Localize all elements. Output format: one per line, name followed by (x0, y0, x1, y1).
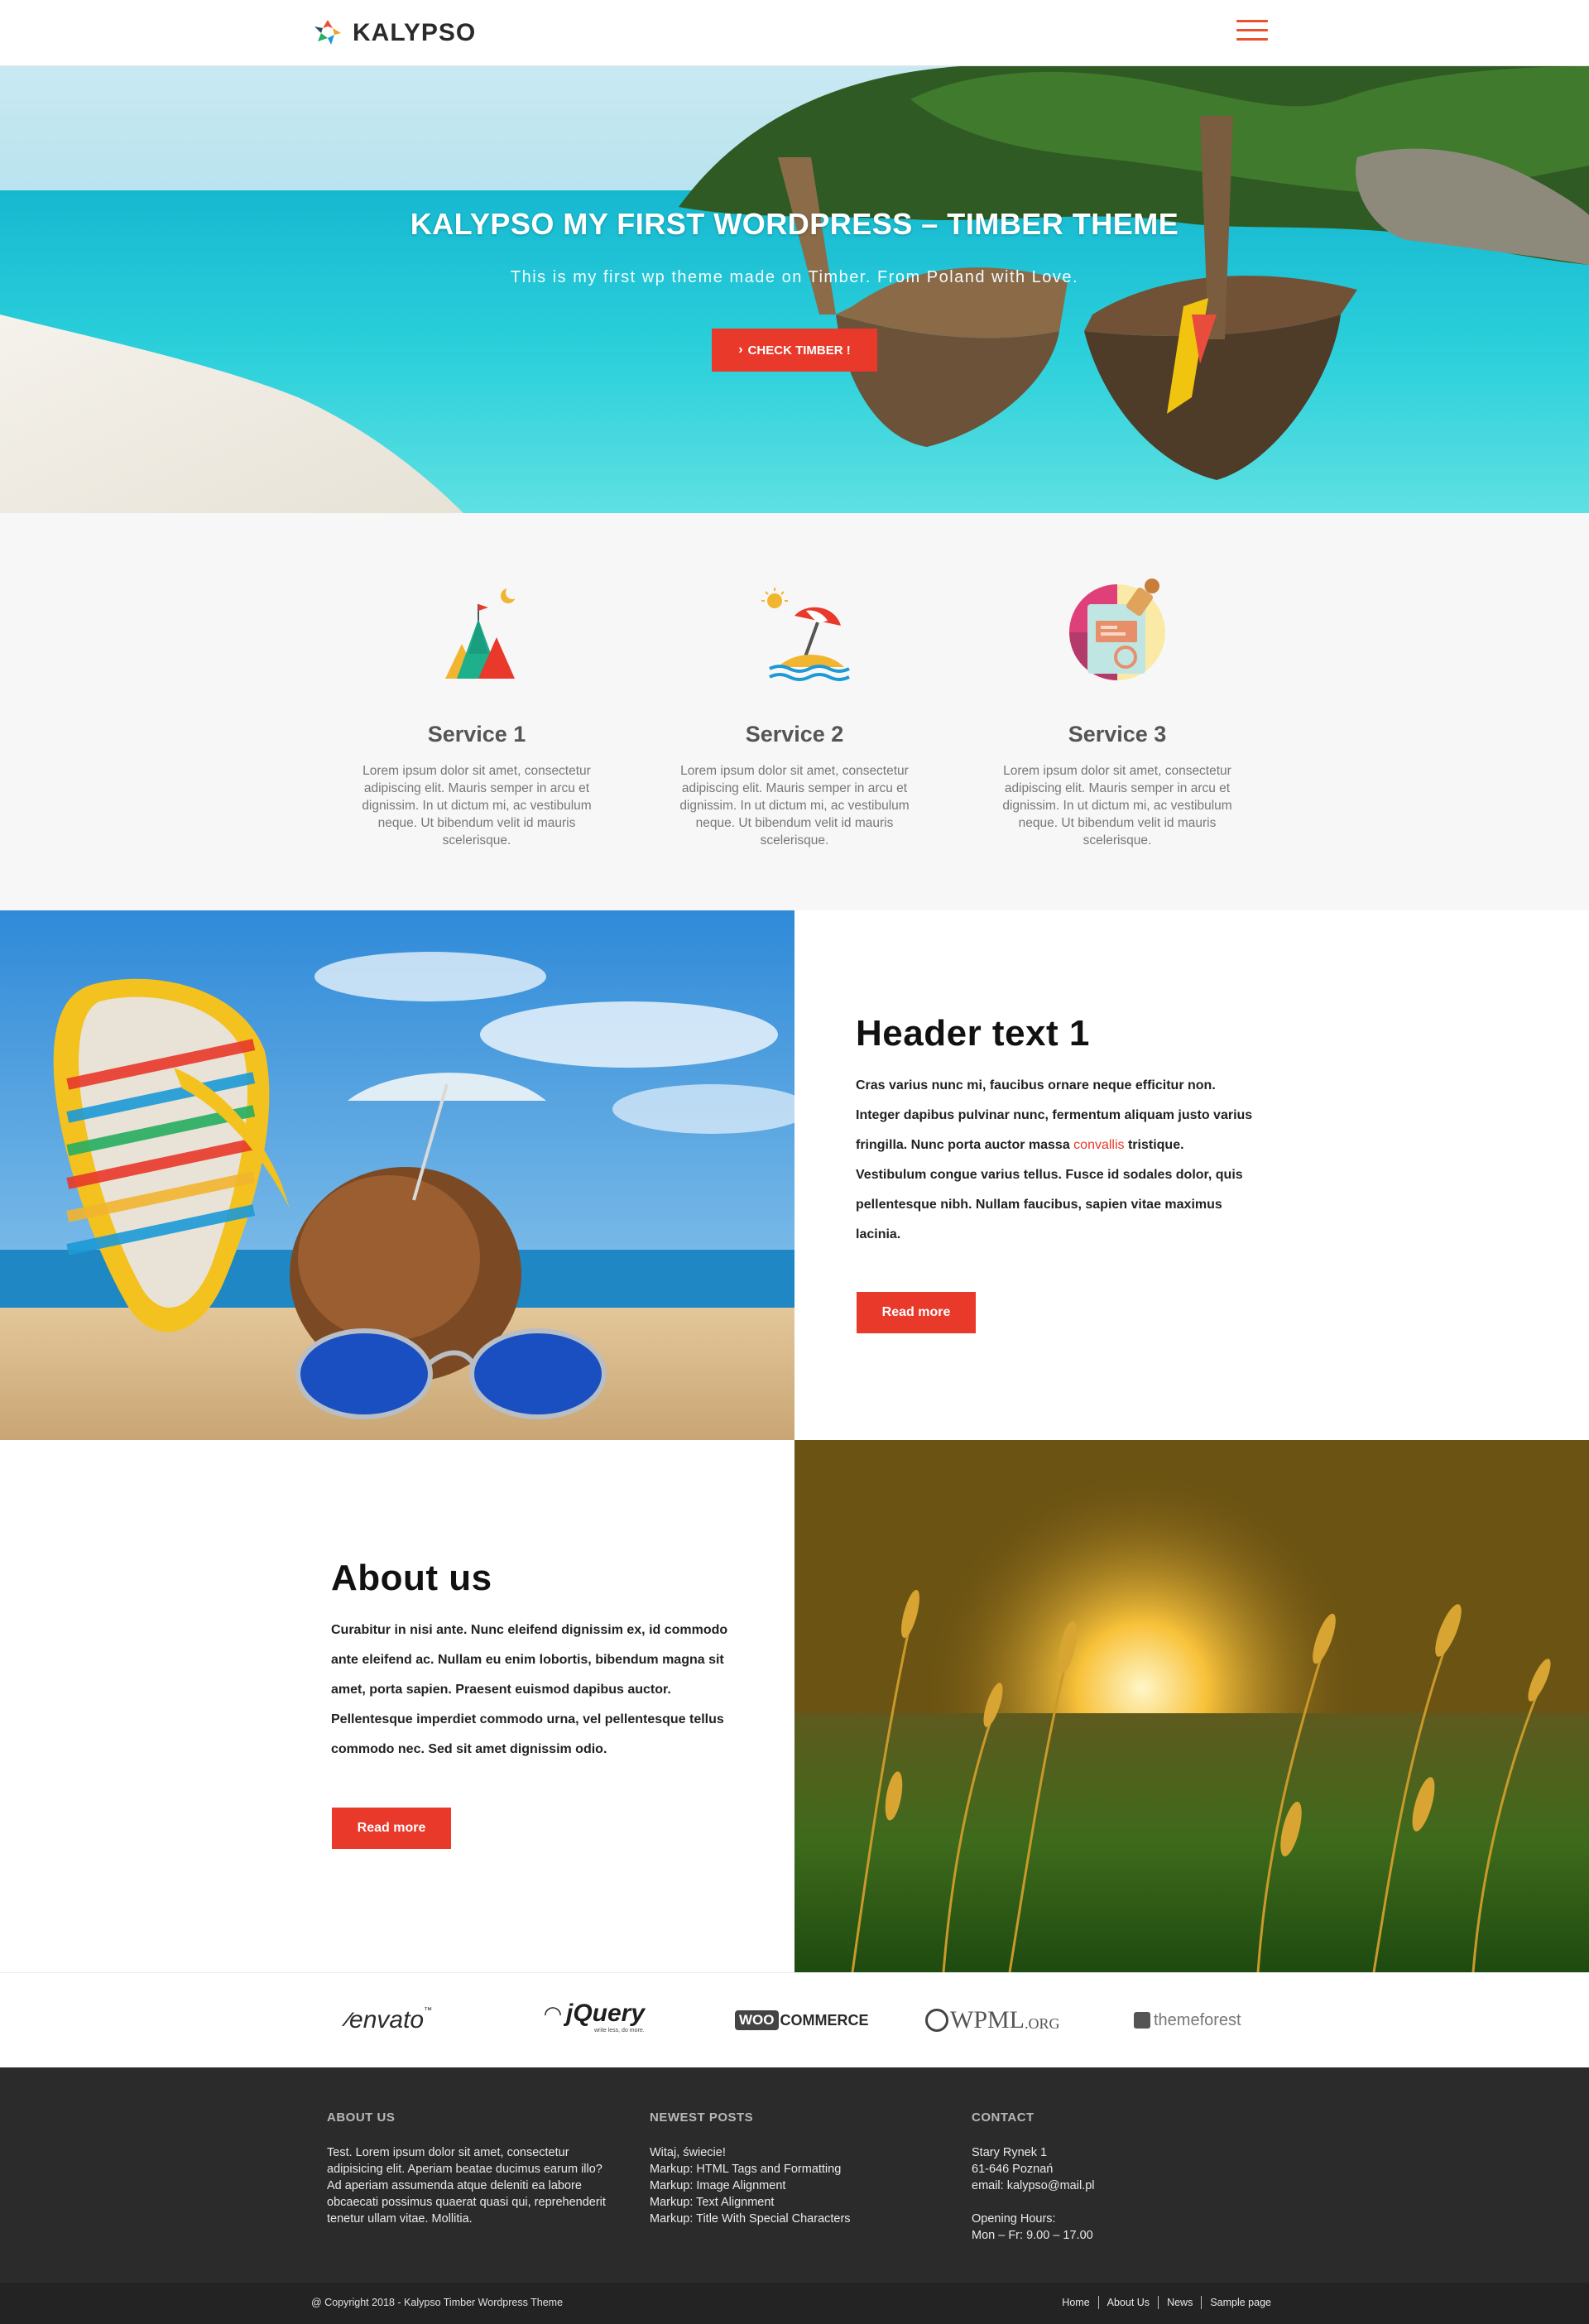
service-card-2: Service 2 Lorem ipsum dolor sit amet, co… (662, 571, 927, 849)
footer-post-link[interactable]: Witaj, świecie! (650, 2144, 931, 2161)
jquery-logo[interactable]: ◠ jQuery write less, do more. (545, 2000, 645, 2041)
jquery-text: jQuery (566, 2000, 646, 2027)
service-card-1: Service 1 Lorem ipsum dolor sit amet, co… (344, 571, 609, 849)
site-header: KALYPSO (0, 0, 1589, 66)
services-section: Service 1 Lorem ipsum dolor sit amet, co… (0, 513, 1589, 910)
about-heading: About us (331, 1558, 492, 1598)
footer-posts-title: NEWEST POSTS (650, 2110, 754, 2125)
menu-toggle-button[interactable] (1236, 18, 1268, 43)
footer-post-link[interactable]: Markup: Title With Special Characters (650, 2211, 931, 2227)
woo-badge: WOO (735, 2010, 779, 2030)
footer-about-column: ABOUT US Test. Lorem ipsum dolor sit ame… (327, 2110, 608, 2227)
service-text: Lorem ipsum dolor sit amet, consectetur … (679, 764, 910, 847)
service-title: Service 1 (427, 722, 526, 747)
envato-logo[interactable]: ⁄ envato ™ (346, 2000, 432, 2041)
feature1-read-more-button[interactable]: Read more (857, 1292, 976, 1333)
convallis-link[interactable]: convallis (1073, 1138, 1124, 1152)
contact-city: 61-646 Poznań (972, 2163, 1054, 2176)
themeforest-text: themeforest (1154, 2010, 1241, 2029)
commerce-text: COMMERCE (780, 2011, 869, 2029)
partners-strip: ⁄ envato ™ ◠ jQuery write less, do more.… (0, 1972, 1589, 2067)
footer-contact-details: Stary Rynek 1 61-646 Poznań email: kalyp… (972, 2144, 1253, 2244)
logo-text: KALYPSO (353, 19, 477, 46)
footer-posts-list: Witaj, świecie! Markup: HTML Tags and Fo… (650, 2144, 931, 2227)
hero-beach-image (0, 66, 1589, 513)
footer-post-link[interactable]: Markup: Image Alignment (650, 2178, 931, 2194)
contact-hours-label: Opening Hours: (972, 2212, 1056, 2226)
about-body: Curabitur in nisi ante. Nunc eleifend di… (331, 1623, 728, 1756)
footer-contact-title: CONTACT (972, 2110, 1035, 2125)
footer-nav: Home About Us News Sample page (1054, 2296, 1279, 2309)
service-title: Service 3 (1068, 722, 1167, 747)
hero-subtitle: This is my first wp theme made on Timber… (510, 268, 1079, 286)
footer-nav-home[interactable]: Home (1054, 2296, 1097, 2309)
themeforest-leaf-icon (1134, 2012, 1150, 2029)
feature1-body-part1: Cras varius nunc mi, faucibus ornare neq… (856, 1078, 1253, 1152)
feature1-body-part2: tristique. Vestibulum congue varius tell… (856, 1138, 1243, 1241)
check-timber-label: CHECK TIMBER ! (747, 343, 851, 358)
wpml-logo[interactable]: WPML .ORG (925, 2000, 1060, 2041)
woocommerce-logo[interactable]: WOO COMMERCE (735, 2000, 869, 2041)
envato-trademark: ™ (424, 2006, 433, 2015)
footer-about-text: Test. Lorem ipsum dolor sit amet, consec… (327, 2146, 606, 2226)
passport-stamp-icon (1059, 571, 1175, 687)
footer-contact-column: CONTACT Stary Rynek 1 61-646 Poznań emai… (972, 2110, 1253, 2244)
hero-title: KALYPSO MY FIRST WORDPRESS – TIMBER THEM… (410, 207, 1179, 241)
copyright-text: @ Copyright 2018 - Kalypso Timber Wordpr… (311, 2297, 564, 2308)
service-card-3: Service 3 Lorem ipsum dolor sit amet, co… (985, 571, 1250, 849)
site-footer: ABOUT US Test. Lorem ipsum dolor sit ame… (0, 2067, 1589, 2283)
service-title: Service 2 (745, 722, 844, 747)
feature1-heading: Header text 1 (856, 1013, 1090, 1054)
wheat-sunset-image (794, 1440, 1589, 1972)
about-read-more-button[interactable]: Read more (332, 1808, 451, 1849)
contact-street: Stary Rynek 1 (972, 2146, 1048, 2159)
footer-post-link[interactable]: Markup: Text Alignment (650, 2194, 931, 2211)
footer-post-link[interactable]: Markup: HTML Tags and Formatting (650, 2161, 931, 2178)
about-text: About us Curabitur in nisi ante. Nunc el… (331, 1558, 737, 1765)
footer-about-title: ABOUT US (327, 2110, 396, 2125)
contact-email[interactable]: email: kalypso@mail.pl (972, 2178, 1253, 2194)
contact-hours: Mon – Fr: 9.00 – 17.00 (972, 2229, 1093, 2242)
footer-posts-column: NEWEST POSTS Witaj, świecie! Markup: HTM… (650, 2110, 931, 2227)
site-logo[interactable]: KALYPSO (311, 15, 476, 51)
beach-umbrella-icon (737, 571, 852, 687)
wpml-circle-icon (925, 2009, 948, 2032)
jquery-tagline: write less, do more. (594, 2028, 645, 2034)
footer-nav-sample-page[interactable]: Sample page (1201, 2296, 1279, 2309)
jquery-swirl-icon: ◠ (545, 2000, 561, 2026)
service-text: Lorem ipsum dolor sit amet, consectetur … (1002, 764, 1232, 847)
wpml-suffix: .ORG (1025, 2014, 1060, 2032)
wpml-text: WPML (950, 2006, 1025, 2034)
mountains-icon (419, 571, 535, 687)
themeforest-logo[interactable]: themeforest (1134, 2000, 1241, 2041)
feature1-body: Cras varius nunc mi, faucibus ornare neq… (856, 1071, 1253, 1250)
bottom-bar: @ Copyright 2018 - Kalypso Timber Wordpr… (0, 2283, 1589, 2324)
check-timber-button[interactable]: › CHECK TIMBER ! (712, 329, 877, 372)
footer-nav-about-us[interactable]: About Us (1097, 2296, 1158, 2309)
chevron-right-icon: › (738, 343, 743, 357)
service-text: Lorem ipsum dolor sit amet, consectetur … (362, 764, 592, 847)
hero-banner: KALYPSO MY FIRST WORDPRESS – TIMBER THEM… (0, 66, 1589, 513)
envato-text: envato (349, 2006, 425, 2034)
logo-icon (314, 20, 341, 45)
feature1-text: Header text 1 Cras varius nunc mi, fauci… (856, 1013, 1253, 1250)
footer-nav-news[interactable]: News (1158, 2296, 1201, 2309)
flipflops-beach-image (0, 910, 794, 1440)
